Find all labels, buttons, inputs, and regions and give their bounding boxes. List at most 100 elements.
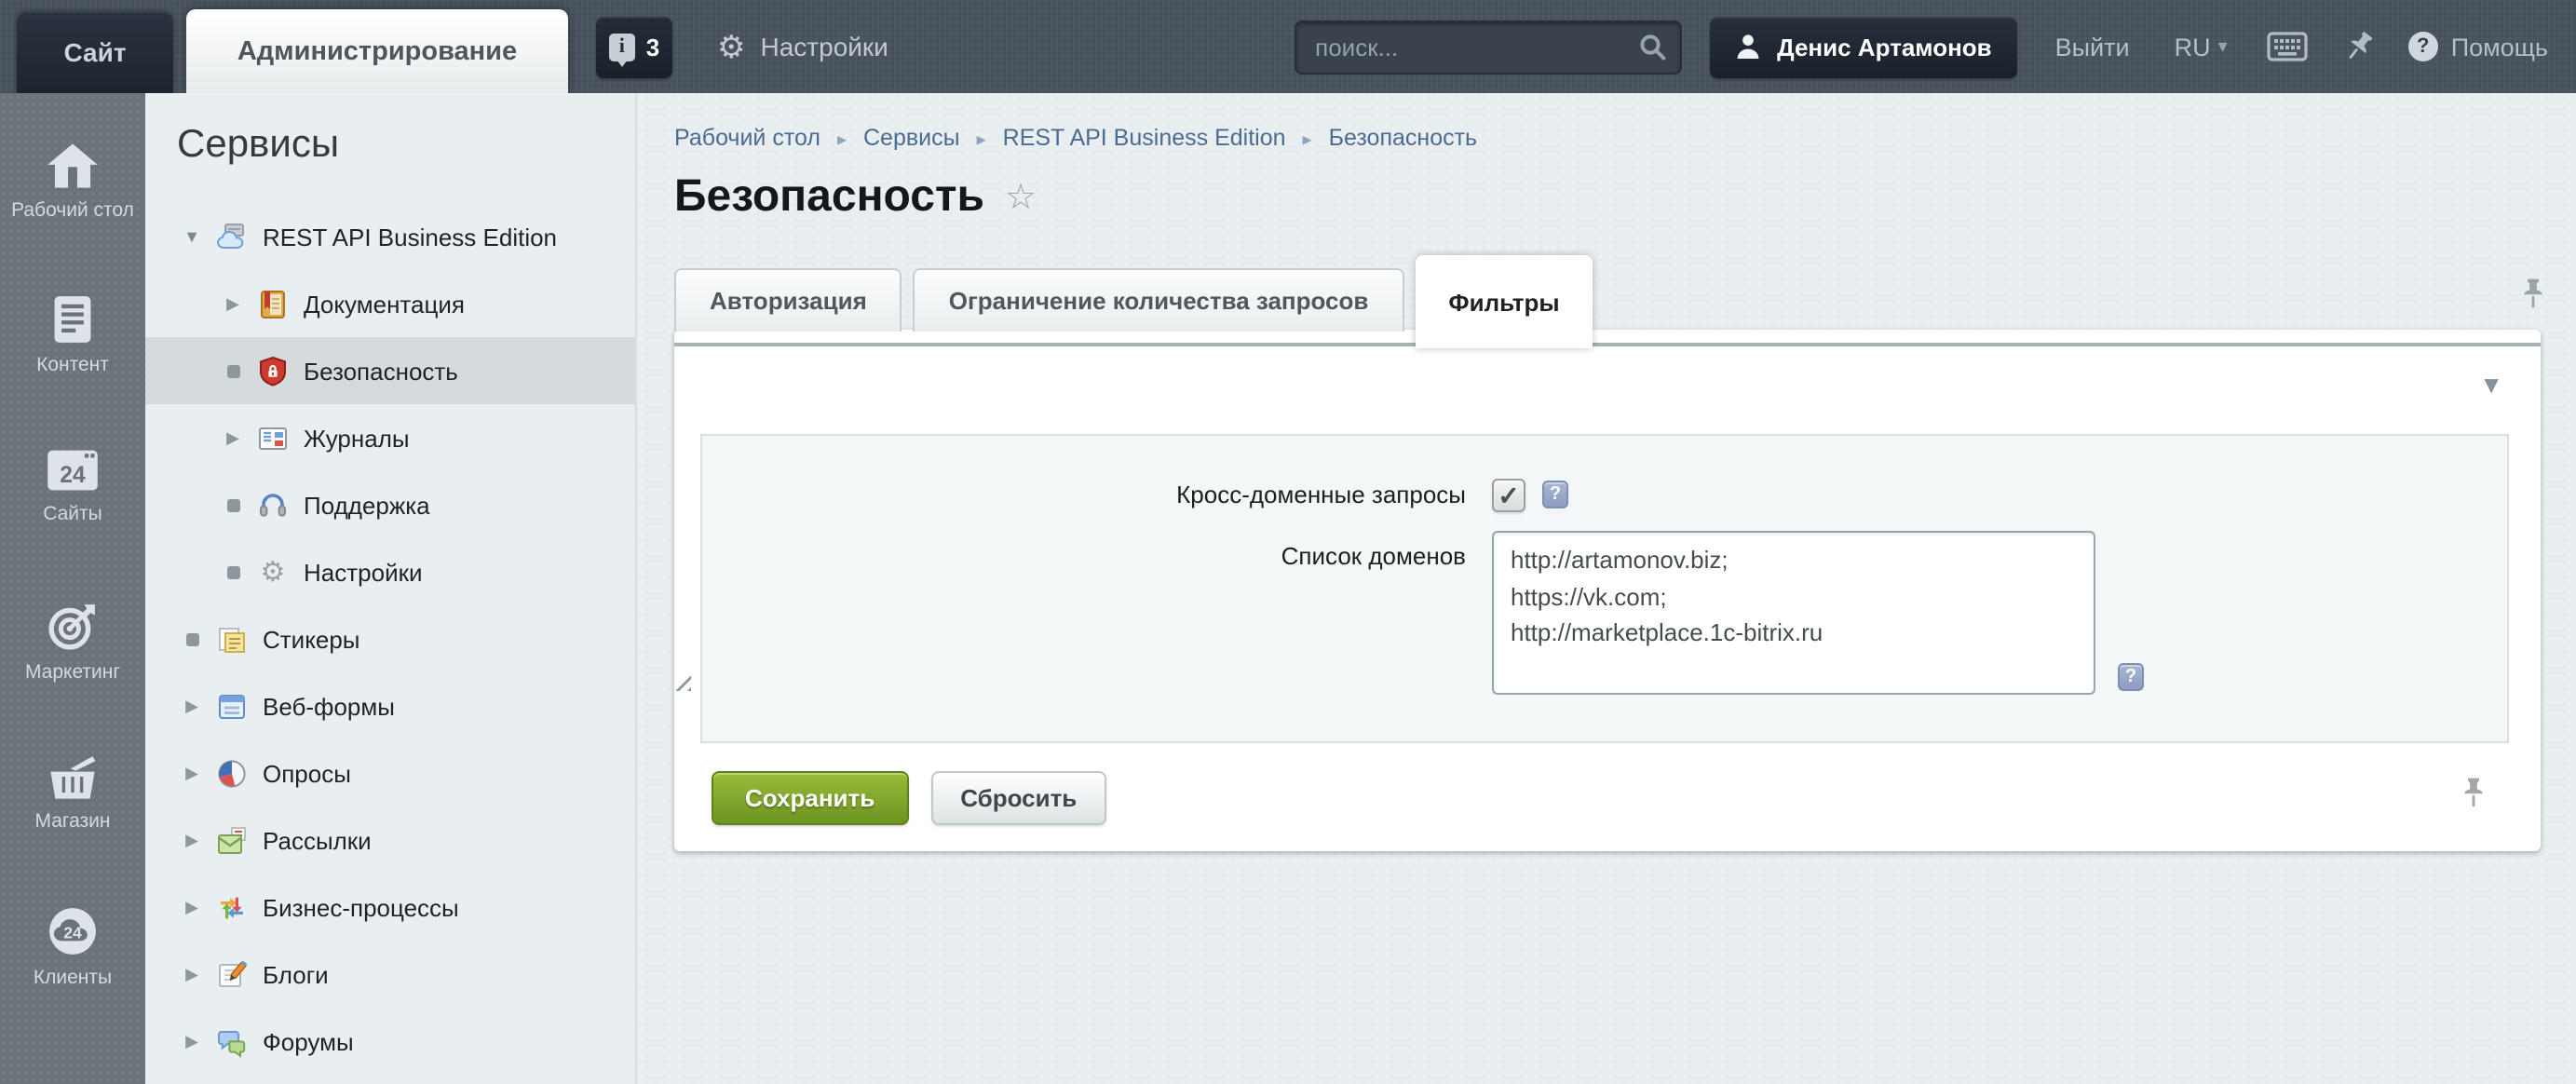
site-tab[interactable]: Сайт <box>17 11 173 93</box>
journals-icon <box>257 422 289 454</box>
cloud-server-icon <box>216 221 248 252</box>
tree-item-polls[interactable]: ▶ Опросы <box>145 739 635 806</box>
sidebar-item-desktop[interactable]: Рабочий стол <box>0 142 145 294</box>
clients-cloud-24-icon: 24 <box>47 905 99 957</box>
form-buttons: Сохранить Сбросить <box>712 771 1106 825</box>
home-icon <box>45 142 101 190</box>
sidebar-item-shop[interactable]: Магазин <box>0 752 145 905</box>
language-selector[interactable]: RU <box>2175 33 2228 61</box>
settings-label: Настройки <box>761 32 888 61</box>
favorite-star-icon[interactable]: ☆ <box>1005 176 1037 219</box>
tree-item-webforms[interactable]: ▶ Веб-формы <box>145 672 635 739</box>
topbar-settings-button[interactable]: ⚙ Настройки <box>717 31 888 62</box>
webforms-icon <box>216 690 248 722</box>
polls-pie-icon <box>216 757 248 789</box>
filters-panel: ▼ Кросс-доменные запросы ? Список домено… <box>674 330 2541 851</box>
chevron-right-icon[interactable]: ▶ <box>179 763 205 783</box>
tree-item-forums[interactable]: ▶ Форумы <box>145 1008 635 1075</box>
logout-link[interactable]: Выйти <box>2055 33 2130 61</box>
sidebar-item-sites[interactable]: 24 Сайты <box>0 447 145 600</box>
cross-domain-checkbox[interactable] <box>1492 479 1525 512</box>
menu-heading: Сервисы <box>177 123 635 168</box>
sidebar-item-clients[interactable]: 24 Клиенты <box>0 905 145 1058</box>
icon-sidebar: Рабочий стол Контент 24 Сайты Маркетинг … <box>0 93 145 1084</box>
admin-tab[interactable]: Администрирование <box>186 9 568 93</box>
newsletters-mail-icon <box>216 824 248 856</box>
tree-item-support[interactable]: Поддержка <box>145 471 635 538</box>
info-icon: i <box>609 33 635 61</box>
tabs: Авторизация Ограничение количества запро… <box>674 263 1593 332</box>
tree-item-journals[interactable]: ▶ Журналы <box>145 404 635 471</box>
pin-icon[interactable] <box>2339 26 2379 67</box>
breadcrumb-security: Безопасность <box>1286 125 1478 151</box>
content-icon <box>50 294 95 345</box>
breadcrumb-services[interactable]: Сервисы <box>820 125 960 151</box>
documentation-book-icon <box>257 288 289 319</box>
collapse-section-icon[interactable]: ▼ <box>2479 371 2503 399</box>
cross-domain-row: Кросс-доменные запросы ? <box>702 479 2507 512</box>
title-row: Безопасность ☆ <box>674 171 1037 224</box>
marketing-target-icon <box>47 600 99 652</box>
tree-item-business-processes[interactable]: ▶ Бизнес-процессы <box>145 874 635 941</box>
tree-item-blogs[interactable]: ▶ Блоги <box>145 941 635 1008</box>
domains-textarea[interactable]: http://artamonov.biz; https://vk.com; ht… <box>1492 531 2095 695</box>
reset-button[interactable]: Сбросить <box>930 771 1106 825</box>
tree-item-settings[interactable]: ⚙ Настройки <box>145 538 635 605</box>
leaf-bullet <box>179 632 205 645</box>
stickers-icon <box>216 623 248 655</box>
business-processes-icon <box>216 891 248 923</box>
sidebar-item-marketing[interactable]: Маркетинг <box>0 600 145 752</box>
pin-buttons-icon[interactable] <box>2462 777 2485 818</box>
tree-item-security[interactable]: Безопасность <box>145 337 635 404</box>
page-title: Безопасность <box>674 171 984 224</box>
user-name: Денис Артамонов <box>1777 33 1992 61</box>
domains-row: Список доменов http://artamonov.biz; htt… <box>702 531 2507 695</box>
chevron-right-icon[interactable]: ▶ <box>179 964 205 984</box>
search-input[interactable] <box>1295 20 1682 74</box>
cross-domain-label: Кросс-доменные запросы <box>702 479 1492 512</box>
tree-item-newsletters[interactable]: ▶ Рассылки <box>145 806 635 874</box>
gear-icon: ⚙ <box>717 31 746 62</box>
chevron-right-icon[interactable]: ▶ <box>179 897 205 917</box>
services-menu-panel: Сервисы ▼ REST API Business Edition ▶ До… <box>145 93 637 1084</box>
user-menu-button[interactable]: Денис Артамонов <box>1710 16 2018 77</box>
help-icon[interactable]: ? <box>2118 663 2144 691</box>
filters-form: Кросс-доменные запросы ? Список доменов … <box>700 434 2509 743</box>
question-icon: ? <box>2408 32 2438 61</box>
sites-24-icon: 24 <box>45 447 101 494</box>
notifications-button[interactable]: i 3 <box>596 16 672 77</box>
tab-request-limit[interactable]: Ограничение количества запросов <box>914 268 1404 332</box>
svg-text:24: 24 <box>63 923 82 942</box>
help-label: Помощь <box>2451 33 2548 61</box>
tree-item-rest-api[interactable]: ▼ REST API Business Edition <box>145 203 635 270</box>
user-icon <box>1736 34 1760 60</box>
chevron-right-icon[interactable]: ▶ <box>179 830 205 850</box>
search-icon[interactable] <box>1639 33 1667 70</box>
sidebar-item-content[interactable]: Контент <box>0 294 145 447</box>
topbar: Сайт Администрирование i 3 ⚙ Настройки Д… <box>0 0 2576 93</box>
pin-tabs-icon[interactable] <box>2522 278 2544 318</box>
keyboard-icon[interactable] <box>2267 32 2308 61</box>
help-icon[interactable]: ? <box>1542 481 1568 508</box>
leaf-bullet <box>220 498 246 511</box>
breadcrumb-desktop[interactable]: Рабочий стол <box>674 125 820 151</box>
tab-authorization[interactable]: Авторизация <box>674 268 902 332</box>
resize-grip-icon[interactable] <box>672 672 691 691</box>
domains-label: Список доменов <box>702 531 1492 574</box>
chevron-right-icon[interactable]: ▶ <box>179 696 205 716</box>
shop-basket-icon <box>45 752 101 801</box>
save-button[interactable]: Сохранить <box>712 771 908 825</box>
tree-item-stickers[interactable]: Стикеры <box>145 605 635 672</box>
leaf-bullet <box>220 364 246 377</box>
chevron-right-icon[interactable]: ▶ <box>179 1031 205 1051</box>
breadcrumb-rest-api[interactable]: REST API Business Edition <box>960 125 1286 151</box>
chevron-right-icon[interactable]: ▶ <box>220 293 246 314</box>
main-content: Рабочий стол Сервисы REST API Business E… <box>637 93 2576 1084</box>
tree-item-documentation[interactable]: ▶ Документация <box>145 270 635 337</box>
chevron-right-icon[interactable]: ▶ <box>220 427 246 448</box>
tab-filters[interactable]: Фильтры <box>1415 255 1593 348</box>
help-button[interactable]: ? Помощь <box>2408 32 2548 61</box>
search-box <box>1295 20 1682 74</box>
breadcrumb: Рабочий стол Сервисы REST API Business E… <box>674 125 1477 151</box>
chevron-down-icon[interactable]: ▼ <box>179 227 205 246</box>
